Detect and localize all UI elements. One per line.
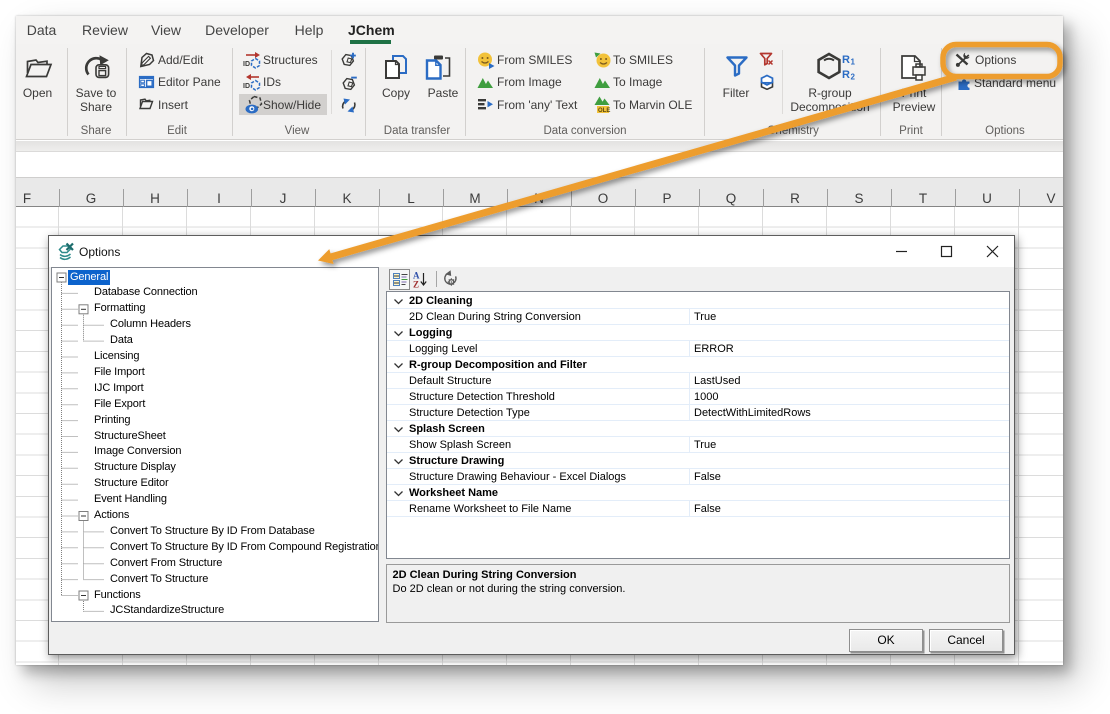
svg-text:ID: ID: [243, 61, 250, 68]
svg-text:Z: Z: [413, 280, 419, 290]
svg-text:2: 2: [851, 73, 856, 82]
svg-text:ID: ID: [243, 83, 250, 90]
svg-text:1: 1: [851, 58, 856, 67]
svg-text:OLE: OLE: [598, 108, 610, 114]
svg-text:R: R: [842, 69, 850, 81]
svg-text:R: R: [842, 54, 850, 66]
